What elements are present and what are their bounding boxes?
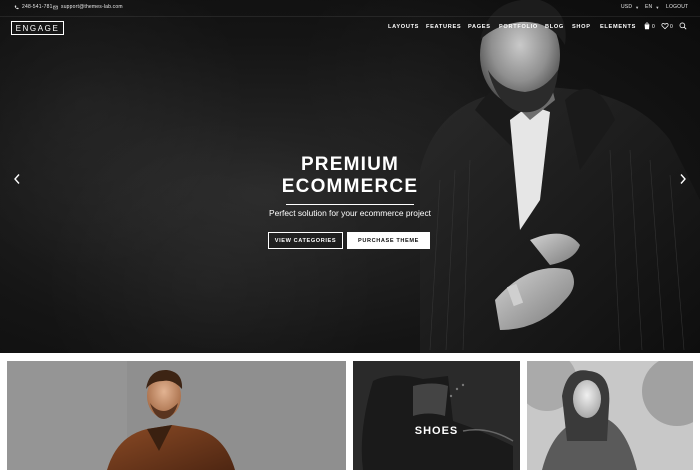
heart-icon: [661, 23, 669, 30]
hero-slider: 248-541-781 support@themes-lab.com USD ▼…: [0, 0, 700, 353]
top-bar: 248-541-781 support@themes-lab.com USD ▼…: [0, 0, 700, 17]
category-image-shoes: [353, 361, 520, 470]
cart-icon: [644, 22, 650, 30]
search-icon: [679, 22, 687, 30]
view-categories-button[interactable]: VIEW CATEGORIES: [268, 232, 343, 249]
category-tile-women[interactable]: [527, 361, 693, 470]
chevron-left-icon[interactable]: [12, 173, 22, 185]
phone-contact[interactable]: 248-541-781: [14, 4, 53, 10]
language-select[interactable]: EN ▼: [645, 4, 660, 10]
hero-divider: [286, 204, 414, 205]
category-tile-shoes[interactable]: SHOES: [353, 361, 520, 470]
phone-number: 248-541-781: [22, 4, 53, 10]
email-contact[interactable]: support@themes-lab.com: [53, 4, 123, 10]
logout-label: LOGOUT: [666, 4, 689, 10]
main-navigation: LAYOUTS FEATURES PAGES PORTFOLIO BLOG SH…: [0, 24, 700, 32]
cart-button[interactable]: 0: [643, 22, 655, 30]
currency-select[interactable]: USD ▼: [621, 4, 639, 10]
nav-item-features[interactable]: FEATURES: [426, 24, 461, 30]
chevron-down-icon: ▼: [655, 4, 660, 10]
envelope-icon: [53, 5, 58, 9]
page: 248-541-781 support@themes-lab.com USD ▼…: [0, 0, 700, 470]
nav-item-blog[interactable]: BLOG: [545, 24, 564, 30]
nav-item-portfolio[interactable]: PORTFOLIO: [499, 24, 538, 30]
wishlist-count: 0: [670, 24, 673, 30]
hero-title: PREMIUM ECOMMERCE: [250, 154, 450, 198]
category-label-shoes: SHOES: [414, 425, 459, 437]
view-categories-label: VIEW CATEGORIES: [274, 237, 337, 244]
search-button[interactable]: [679, 22, 687, 30]
cart-count: 0: [652, 24, 655, 30]
language-value: EN: [645, 4, 653, 10]
phone-icon: [14, 5, 19, 9]
nav-item-layouts[interactable]: LAYOUTS: [388, 24, 419, 30]
category-tile-men[interactable]: [7, 361, 346, 470]
nav-item-shop[interactable]: SHOP: [572, 24, 591, 30]
purchase-theme-button[interactable]: PURCHASE THEME: [347, 232, 430, 249]
logout-link[interactable]: LOGOUT: [666, 4, 688, 10]
nav-item-pages[interactable]: PAGES: [468, 24, 491, 30]
hero-title-line-2: ECOMMERCE: [281, 176, 419, 197]
email-address: support@themes-lab.com: [61, 4, 123, 10]
chevron-right-icon[interactable]: [678, 173, 688, 185]
hero-title-line-1: PREMIUM: [300, 154, 400, 175]
purchase-theme-label: PURCHASE THEME: [358, 237, 419, 244]
currency-value: USD: [621, 4, 633, 10]
category-image-women: [527, 361, 693, 470]
hero-subtitle: Perfect solution for your ecommerce proj…: [269, 208, 431, 218]
nav-item-elements[interactable]: ELEMENTS: [600, 24, 636, 30]
chevron-down-icon: ▼: [635, 4, 640, 10]
category-image-men: [7, 361, 346, 470]
wishlist-button[interactable]: 0: [661, 22, 673, 30]
